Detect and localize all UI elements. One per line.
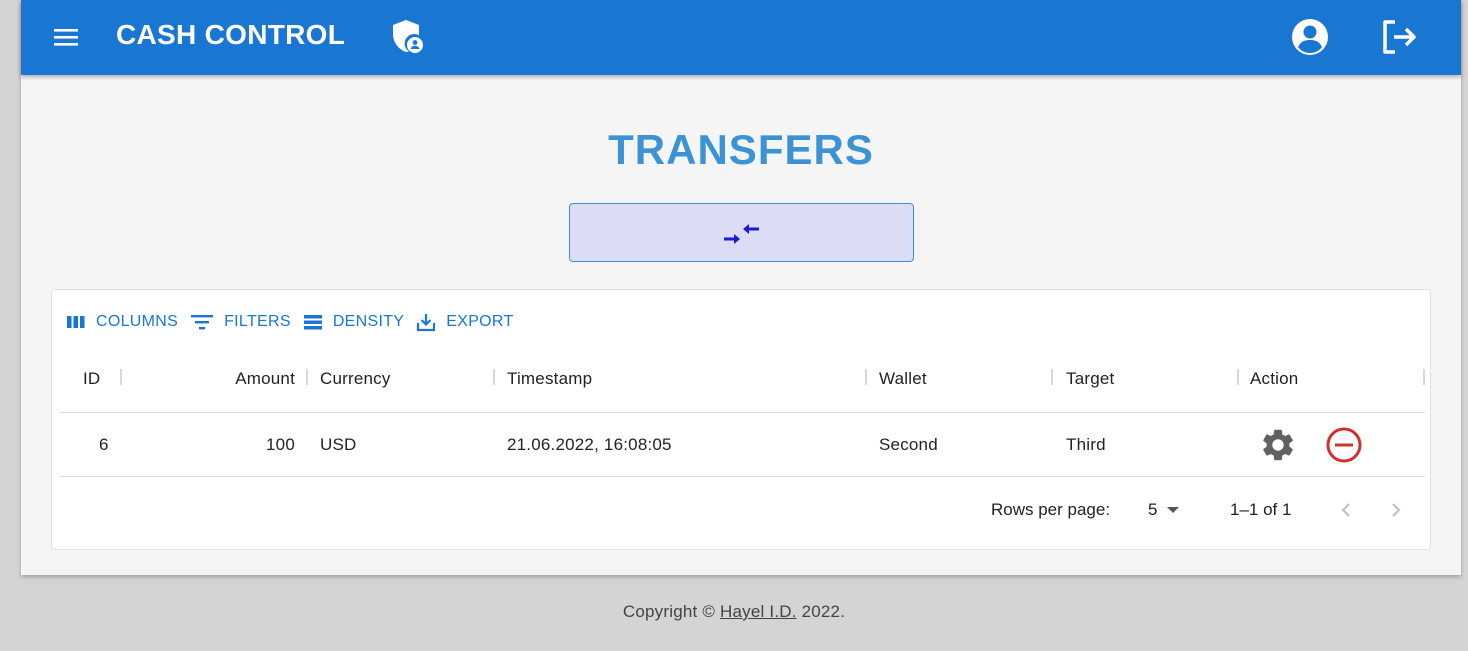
columns-icon xyxy=(67,316,85,328)
chevron-left-icon[interactable] xyxy=(1334,498,1358,522)
copyright-footer: Copyright © Hayel I.D. 2022. xyxy=(0,602,1468,622)
compare-arrows-icon xyxy=(724,224,759,244)
chevron-right-icon[interactable] xyxy=(1384,498,1408,522)
column-separator[interactable] xyxy=(1237,369,1239,385)
column-header-target[interactable]: Target xyxy=(1066,346,1226,412)
grid-pagination: Rows per page: 5 1–1 of 1 xyxy=(52,489,1430,533)
filter-icon xyxy=(191,315,214,330)
remove-circle-icon[interactable] xyxy=(1325,426,1363,464)
cell-target: Third xyxy=(1066,434,1106,454)
cell-timestamp: 21.06.2022, 16:08:05 xyxy=(507,434,672,454)
pagination-range: 1–1 of 1 xyxy=(1230,500,1292,519)
menu-icon[interactable] xyxy=(49,22,83,52)
column-header-id[interactable]: ID xyxy=(83,346,123,412)
grid-toolbar: COLUMNS FILTERS DENSITY EXPORT xyxy=(66,310,526,334)
density-icon xyxy=(303,315,322,330)
logout-icon[interactable] xyxy=(1377,16,1421,58)
shield-user-icon xyxy=(393,20,423,53)
account-circle-icon[interactable] xyxy=(1289,16,1331,58)
column-separator[interactable] xyxy=(865,369,867,385)
author-link[interactable]: Hayel I.D. xyxy=(720,602,797,621)
copyright-suffix: 2022. xyxy=(796,602,846,621)
dropdown-arrow-icon xyxy=(1167,507,1180,513)
column-separator[interactable] xyxy=(120,369,122,385)
page-title: TRANSFERS xyxy=(608,126,874,173)
copyright-prefix: Copyright © xyxy=(622,602,721,621)
export-button[interactable]: EXPORT xyxy=(416,312,513,332)
column-separator[interactable] xyxy=(1051,369,1053,385)
cell-currency: USD xyxy=(320,434,357,454)
app-bar: CASH CONTROL xyxy=(21,0,1461,75)
density-label: DENSITY xyxy=(332,313,405,330)
rows-per-page-value: 5 xyxy=(1148,500,1158,519)
rows-per-page-select[interactable]: 5 xyxy=(1148,498,1188,522)
column-header-wallet[interactable]: Wallet xyxy=(879,346,1039,412)
cell-amount: 100 xyxy=(266,434,295,454)
column-separator[interactable] xyxy=(1423,369,1425,385)
column-header-row: ID Amount Currency Timestamp Wallet Targ… xyxy=(59,346,1425,413)
column-header-timestamp[interactable]: Timestamp xyxy=(507,346,807,412)
app-title: CASH CONTROL xyxy=(116,19,346,50)
download-icon xyxy=(417,314,436,332)
density-button[interactable]: DENSITY xyxy=(303,313,404,331)
rows-per-page-label: Rows per page: xyxy=(991,500,1111,519)
cell-id: 6 xyxy=(99,434,109,454)
column-separator[interactable] xyxy=(493,369,495,385)
new-transfer-button[interactable] xyxy=(569,203,914,262)
cell-wallet: Second xyxy=(879,434,938,454)
export-label: EXPORT xyxy=(446,313,514,330)
columns-label: COLUMNS xyxy=(96,313,179,330)
transfers-data-grid: COLUMNS FILTERS DENSITY EXPORT ID Amount… xyxy=(51,289,1431,550)
app-window: CASH CONTROL TRANSFERS COLUMNS FILTERS D… xyxy=(21,0,1461,575)
filters-button[interactable]: FILTERS xyxy=(190,312,291,332)
filters-label: FILTERS xyxy=(224,313,291,330)
settings-icon[interactable] xyxy=(1259,426,1297,464)
column-separator[interactable] xyxy=(306,369,308,385)
column-header-action[interactable]: Action xyxy=(1250,346,1410,412)
columns-button[interactable]: COLUMNS xyxy=(66,313,178,331)
table-row[interactable]: 6 100 USD 21.06.2022, 16:08:05 Second Th… xyxy=(59,413,1425,477)
column-header-currency[interactable]: Currency xyxy=(320,346,480,412)
column-header-amount[interactable]: Amount xyxy=(129,346,295,412)
